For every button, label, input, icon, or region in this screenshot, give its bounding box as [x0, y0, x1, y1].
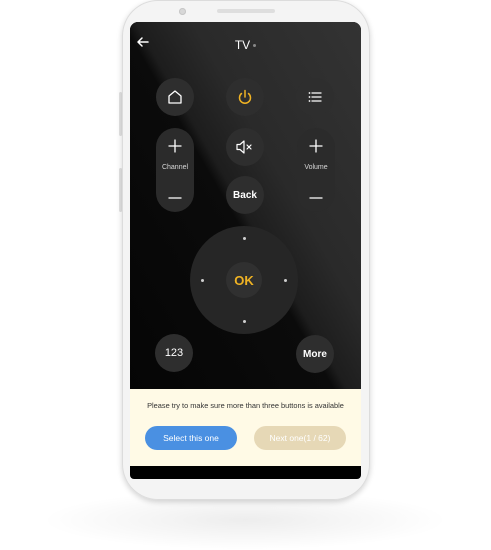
- power-button[interactable]: [226, 78, 264, 116]
- select-button-label: Select this one: [163, 433, 219, 443]
- volume-label: Volume: [304, 164, 328, 171]
- channel-label: Channel: [161, 164, 189, 171]
- mute-icon: [235, 139, 255, 155]
- hint-text: Please try to make sure more than three …: [147, 401, 344, 410]
- back-button-label: Back: [233, 189, 257, 201]
- next-button-label: Next one(1 / 62): [269, 433, 331, 443]
- plus-icon: [168, 139, 182, 153]
- channel-down-button[interactable]: [156, 186, 194, 210]
- page-title-text: TV: [234, 38, 251, 52]
- front-camera: [179, 8, 186, 15]
- back-button[interactable]: Back: [226, 176, 264, 214]
- ok-button-label: OK: [234, 272, 254, 288]
- selection-banner: Please try to make sure more than three …: [130, 389, 361, 466]
- earpiece-speaker: [217, 9, 275, 13]
- power-icon: [236, 88, 254, 106]
- top-bar: TV: [130, 22, 361, 66]
- dpad-up-button[interactable]: [243, 237, 246, 240]
- home-button[interactable]: [156, 78, 194, 116]
- page-title: TV: [130, 38, 361, 52]
- select-this-one-button[interactable]: Select this one: [145, 426, 237, 450]
- dpad-right-button[interactable]: [284, 279, 287, 282]
- status-dot: [253, 44, 257, 48]
- direction-pad: OK: [190, 226, 298, 334]
- more-button[interactable]: More: [296, 335, 334, 373]
- channel-up-button[interactable]: [156, 134, 194, 158]
- remote-screen: TV Channel Volume Back OK 123 More Pleas…: [130, 22, 361, 479]
- minus-icon: [309, 197, 323, 199]
- volume-control: Volume: [297, 128, 335, 212]
- plus-icon: [309, 139, 323, 153]
- number-pad-button[interactable]: 123: [155, 334, 193, 372]
- menu-button[interactable]: [296, 78, 334, 116]
- ok-button[interactable]: OK: [226, 262, 262, 298]
- dpad-left-button[interactable]: [201, 279, 204, 282]
- channel-control: Channel: [156, 128, 194, 212]
- volume-down-button[interactable]: [297, 186, 335, 210]
- next-one-button[interactable]: Next one(1 / 62): [254, 426, 346, 450]
- home-icon: [166, 88, 184, 106]
- volume-up-button[interactable]: [297, 134, 335, 158]
- dpad-down-button[interactable]: [243, 320, 246, 323]
- number-pad-label: 123: [164, 347, 184, 359]
- mute-button[interactable]: [226, 128, 264, 166]
- more-button-label: More: [303, 348, 327, 360]
- list-menu-icon: [306, 88, 324, 106]
- minus-icon: [168, 197, 182, 199]
